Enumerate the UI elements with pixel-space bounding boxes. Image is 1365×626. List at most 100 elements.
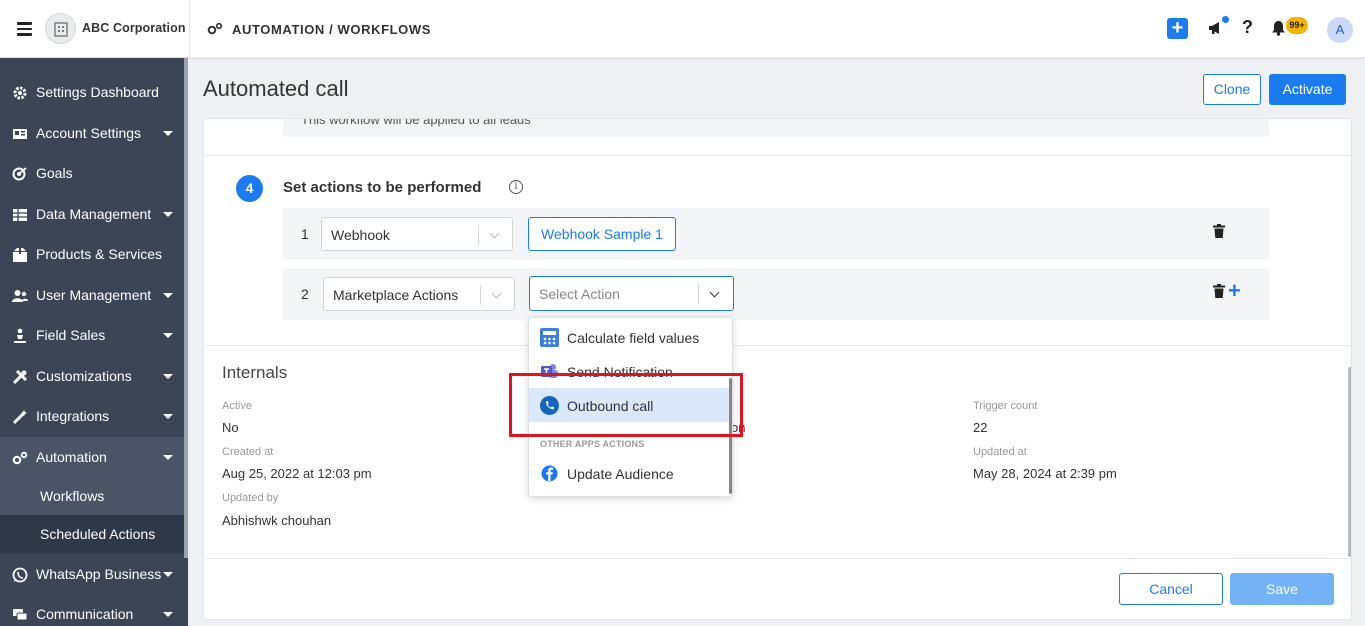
action-row-number: 2 (301, 286, 309, 302)
chat-icon (13, 609, 28, 621)
users-icon (12, 290, 28, 302)
sidebar-item-settings-dashboard[interactable]: Settings Dashboard (0, 72, 184, 112)
sidebar-subitem-workflows[interactable]: Workflows (0, 477, 184, 515)
page-title: Automated call (203, 76, 349, 101)
announcement-dot (1222, 16, 1229, 23)
cancel-button[interactable]: Cancel (1119, 573, 1223, 605)
caret-down-icon (163, 374, 173, 379)
sidebar-item-customizations[interactable]: Customizations (0, 356, 184, 396)
gears-icon (207, 22, 223, 39)
action-row-2: 2 Marketplace Actions Select Action + (283, 268, 1269, 320)
topbar-divider (189, 0, 190, 58)
sidebar-item-label: Integrations (36, 408, 110, 424)
action-type-select-2[interactable]: Marketplace Actions (323, 277, 515, 311)
card-scrollbar[interactable] (1348, 367, 1351, 557)
gears-icon (12, 451, 28, 465)
caret-down-icon (163, 212, 173, 217)
action-type-select-1[interactable]: Webhook (321, 217, 513, 251)
sidebar-item-communication[interactable]: Communication (0, 594, 184, 626)
trigger-count-value: 22 (973, 420, 988, 435)
table-icon (13, 209, 27, 221)
sidebar-item-label: Customizations (36, 368, 132, 384)
sidebar-item-label: WhatsApp Business (36, 566, 162, 582)
whatsapp-icon (12, 567, 28, 583)
action-row-1: 1 Webhook Webhook Sample 1 (283, 208, 1269, 260)
magic-icon (12, 410, 27, 425)
workflow-card: This workflow will be applied to all lea… (203, 118, 1352, 620)
clone-button[interactable]: Clone (1203, 74, 1261, 105)
dropdown-group-label: OTHER APPS ACTIONS (540, 439, 645, 449)
sidebar-item-user-management[interactable]: User Management (0, 275, 184, 315)
sidebar-item-whatsapp-business[interactable]: WhatsApp Business (0, 554, 184, 594)
box-icon (13, 248, 27, 262)
add-action-button[interactable]: + (1228, 278, 1241, 304)
dropdown-item-update-audience[interactable]: Update Audience (529, 456, 729, 490)
dropdown-item-calculate-field-values[interactable]: Calculate field values (529, 320, 729, 354)
megaphone-icon[interactable] (1208, 20, 1224, 39)
caret-down-icon (163, 455, 173, 460)
sidebar-item-label: Account Settings (36, 125, 142, 141)
hamburger-menu-icon[interactable] (17, 22, 32, 36)
updated-by-value: Abhishwk chouhan (222, 513, 332, 528)
user-avatar[interactable]: A (1327, 17, 1353, 43)
select-action-placeholder: Select Action (539, 286, 620, 302)
quick-add-button[interactable]: + (1167, 18, 1188, 39)
info-icon[interactable]: i (509, 180, 523, 194)
caret-down-icon (163, 414, 173, 419)
action-row-number: 1 (301, 226, 309, 242)
sidebar-item-data-management[interactable]: Data Management (0, 194, 184, 234)
caret-down-icon (163, 293, 173, 298)
select-separator (478, 225, 479, 245)
chevron-down-icon[interactable] (491, 288, 502, 299)
scrolled-step-text: This workflow will be applied to all lea… (301, 118, 531, 127)
updated-at-value: May 28, 2024 at 2:39 pm (973, 466, 1117, 481)
chevron-down-icon[interactable] (489, 228, 500, 239)
select-separator (698, 284, 699, 304)
calculator-icon (540, 328, 559, 347)
sidebar-subitem-label: Scheduled Actions (40, 526, 156, 542)
sidebar-subitem-scheduled-actions[interactable]: Scheduled Actions (0, 515, 184, 553)
chevron-down-icon[interactable] (709, 287, 720, 298)
selected-value: Marketplace Actions (333, 287, 459, 303)
top-bar: ABC Corporation AUTOMATION / WORKFLOWS +… (0, 0, 1365, 58)
updated-at-label: Updated at (973, 446, 1027, 458)
dropdown-item-label: Calculate field values (567, 330, 700, 346)
sidebar-item-account-settings[interactable]: Account Settings (0, 113, 184, 153)
sidebar-item-products-services[interactable]: Products & Services (0, 234, 184, 274)
sidebar-item-automation[interactable]: Automation (0, 437, 184, 477)
internals-title: Internals (222, 363, 288, 382)
updated-by-label: Updated by (222, 492, 279, 504)
webhook-sample-button[interactable]: Webhook Sample 1 (528, 217, 676, 251)
facebook-icon (541, 465, 558, 482)
bell-icon[interactable] (1271, 20, 1286, 39)
sidebar-item-label: Communication (36, 606, 134, 622)
trash-icon[interactable] (1213, 224, 1225, 238)
sidebar-item-label: Automation (36, 449, 107, 465)
target-icon (12, 167, 27, 181)
divider (204, 345, 1351, 346)
sidebar-item-goals[interactable]: Goals (0, 153, 184, 193)
divider (204, 155, 1351, 156)
active-label: Active (222, 400, 252, 412)
sidebar-item-integrations[interactable]: Integrations (0, 396, 184, 436)
sidebar-item-label: Data Management (36, 206, 152, 222)
company-logo[interactable] (45, 13, 76, 44)
notification-badge: 99+ (1286, 17, 1308, 34)
gear-icon (13, 86, 27, 100)
tools-icon (12, 369, 28, 385)
breadcrumb: AUTOMATION / WORKFLOWS (232, 22, 432, 37)
step-number-badge: 4 (236, 175, 263, 202)
sidebar-scrollbar[interactable] (184, 58, 188, 558)
sidebar-item-label: Settings Dashboard (36, 84, 159, 100)
select-action-input[interactable]: Select Action (529, 276, 734, 311)
step-title: Set actions to be performed (283, 179, 482, 196)
save-button[interactable]: Save (1230, 573, 1334, 605)
trigger-count-label: Trigger count (973, 400, 1038, 412)
trash-icon[interactable] (1213, 284, 1225, 298)
active-value: No (222, 420, 239, 435)
sidebar-item-field-sales[interactable]: Field Sales (0, 315, 184, 355)
help-icon[interactable]: ? (1242, 17, 1253, 38)
company-name[interactable]: ABC Corporation (82, 21, 186, 35)
activate-button[interactable]: Activate (1269, 74, 1346, 105)
id-card-icon (13, 129, 27, 139)
